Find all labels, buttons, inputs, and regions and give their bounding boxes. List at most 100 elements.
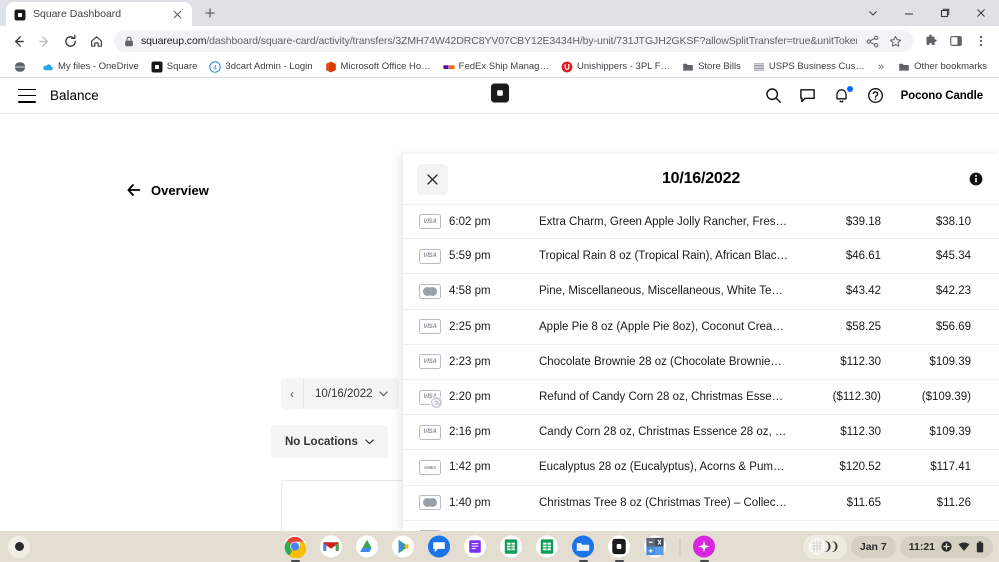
card-brand-cell: VISA xyxy=(419,389,449,409)
card-brand-cell: VISA xyxy=(419,214,449,230)
onedrive-icon xyxy=(42,61,54,73)
table-row[interactable]: VISA 2:23 pm Chocolate Brownie 28 oz (Ch… xyxy=(403,345,999,380)
bookmark-item[interactable]: FedEx Ship Manag… xyxy=(437,57,555,77)
transaction-time: 4:58 pm xyxy=(449,285,491,298)
messages-icon[interactable] xyxy=(799,87,817,105)
close-icon[interactable] xyxy=(170,7,184,21)
settings-icon xyxy=(941,541,952,552)
transaction-gross: $39.18 xyxy=(845,215,881,228)
back-arrow-icon[interactable] xyxy=(6,29,30,53)
bookmark-item[interactable]: 4 3dcart Admin - Login xyxy=(203,57,318,77)
table-row[interactable]: AMEX 1:42 pm Eucalyptus 28 oz (Eucalyptu… xyxy=(403,450,999,486)
locations-select[interactable]: No Locations xyxy=(271,425,388,458)
canva-icon[interactable] xyxy=(692,535,716,559)
google-sheets-icon[interactable] xyxy=(499,535,523,559)
transaction-time: 2:16 pm xyxy=(449,426,491,439)
play-store-icon[interactable] xyxy=(391,535,415,559)
bookmark-item[interactable]: Store Bills xyxy=(676,57,747,77)
table-row[interactable]: VISA 1:34 pm Christmas Time 28oz (Christ… xyxy=(403,521,999,531)
minimize-icon[interactable] xyxy=(891,0,927,26)
bookmark-item[interactable] xyxy=(8,57,36,77)
bookmark-item[interactable]: USPS Business Cus… xyxy=(747,57,871,77)
close-icon[interactable] xyxy=(417,163,448,195)
transaction-net: $45.34 xyxy=(935,250,971,263)
date-prev-button[interactable]: ‹ xyxy=(281,378,303,409)
bookmark-item[interactable]: My files - OneDrive xyxy=(36,57,145,77)
calculator-icon[interactable] xyxy=(643,535,667,559)
bookmark-item[interactable]: Microsoft Office Ho… xyxy=(319,57,437,77)
taskbar-date[interactable]: Jan 7 xyxy=(850,535,896,558)
table-row[interactable]: VISA 6:02 pm Extra Charm, Green Apple Jo… xyxy=(403,204,999,240)
bookmarks-overflow-button[interactable]: » xyxy=(872,57,890,77)
transaction-gross: $46.61 xyxy=(845,250,881,263)
hamburger-menu-icon[interactable] xyxy=(18,88,36,103)
forward-arrow-icon[interactable] xyxy=(32,29,56,53)
transaction-description: Eucalyptus 28 oz (Eucalyptus), Acorns & … xyxy=(539,461,785,474)
google-drive-icon[interactable] xyxy=(355,535,379,559)
visa-card-icon: VISA xyxy=(419,354,441,370)
files-icon[interactable] xyxy=(571,535,595,559)
info-icon[interactable] xyxy=(969,172,983,186)
transaction-net: $109.39 xyxy=(929,426,971,439)
modal-header: 10/16/2022 xyxy=(403,154,999,204)
table-row[interactable]: VISA 5:59 pm Tropical Rain 8 oz (Tropica… xyxy=(403,239,999,275)
square-logo-icon xyxy=(14,8,26,21)
system-status-area: Jan 7 11:21 xyxy=(802,534,993,559)
table-row[interactable]: VISA 2:25 pm Apple Pie 8 oz (Apple Pie 8… xyxy=(403,310,999,345)
address-bar[interactable]: squareup.com/dashboard/square-card/activ… xyxy=(114,30,913,52)
google-keep-icon[interactable] xyxy=(463,535,487,559)
close-icon[interactable] xyxy=(963,0,999,26)
bookmark-item[interactable]: Unishippers - 3PL F… xyxy=(555,57,676,77)
date-select[interactable]: 10/16/2022 xyxy=(304,378,399,409)
tab-strip: Square Dashboard xyxy=(0,0,999,26)
transaction-gross: $120.52 xyxy=(839,461,881,474)
tab-search-chevron-icon[interactable] xyxy=(855,0,891,26)
side-panel-icon[interactable] xyxy=(944,29,968,53)
bookmarks-bar: My files - OneDrive Square 4 3dcart Admi… xyxy=(0,56,999,78)
3dcart-icon: 4 xyxy=(209,60,222,73)
new-tab-button[interactable] xyxy=(198,1,222,25)
other-bookmarks-button[interactable]: Other bookmarks xyxy=(892,57,993,77)
bookmark-label: 3dcart Admin - Login xyxy=(225,61,313,72)
table-row[interactable]: VISA 2:20 pm Refund of Candy Corn 28 oz,… xyxy=(403,380,999,416)
square-app-icon[interactable] xyxy=(607,535,631,559)
browser-toolbar: squareup.com/dashboard/square-card/activ… xyxy=(0,26,999,56)
google-chat-icon[interactable] xyxy=(427,535,451,559)
table-row[interactable]: 4:58 pm Pine, Miscellaneous, Miscellaneo… xyxy=(403,274,999,310)
chrome-icon[interactable] xyxy=(283,535,307,559)
notifications-bell-icon[interactable] xyxy=(833,85,853,105)
extensions-puzzle-icon[interactable] xyxy=(919,29,943,53)
transaction-net: $117.41 xyxy=(930,461,971,474)
reload-icon[interactable] xyxy=(58,29,82,53)
mastercard-card-icon xyxy=(419,283,441,299)
account-name[interactable]: Pocono Candle xyxy=(901,90,984,102)
chromeos-launcher-icon[interactable] xyxy=(8,535,30,558)
square-logo-icon xyxy=(151,61,163,73)
overview-back-link[interactable]: Overview xyxy=(126,182,209,198)
google-sheets-icon[interactable] xyxy=(535,535,559,559)
bookmark-label: USPS Business Cus… xyxy=(768,61,865,72)
bookmark-star-icon[interactable] xyxy=(887,29,903,53)
search-icon[interactable] xyxy=(765,87,783,105)
maximize-icon[interactable] xyxy=(927,0,963,26)
globe-icon xyxy=(12,60,28,73)
bookmark-item[interactable]: Square xyxy=(145,57,204,77)
gmail-icon[interactable] xyxy=(319,535,343,559)
taskbar-status-tray[interactable]: 11:21 xyxy=(899,535,993,558)
share-icon[interactable] xyxy=(864,29,880,53)
help-icon[interactable] xyxy=(867,87,885,105)
transaction-list[interactable]: VISA 6:02 pm Extra Charm, Green Apple Jo… xyxy=(403,204,999,531)
transaction-time: 1:42 pm xyxy=(449,461,491,474)
home-icon[interactable] xyxy=(84,29,108,53)
transaction-net: $38.10 xyxy=(935,215,971,228)
table-row[interactable]: VISA 2:16 pm Candy Corn 28 oz, Christmas… xyxy=(403,415,999,451)
three-dot-menu-icon[interactable] xyxy=(969,29,993,53)
folder-icon xyxy=(682,61,694,73)
bookmark-label: Unishippers - 3PL F… xyxy=(576,61,671,72)
square-logo-icon[interactable] xyxy=(490,83,510,108)
table-row[interactable]: 1:40 pm Christmas Tree 8 oz (Christmas T… xyxy=(403,486,999,521)
toolbar-right-actions xyxy=(919,29,993,53)
browser-tab[interactable]: Square Dashboard xyxy=(6,2,192,26)
mastercard-card-icon xyxy=(419,495,441,511)
notification-bubbles[interactable] xyxy=(802,534,847,559)
